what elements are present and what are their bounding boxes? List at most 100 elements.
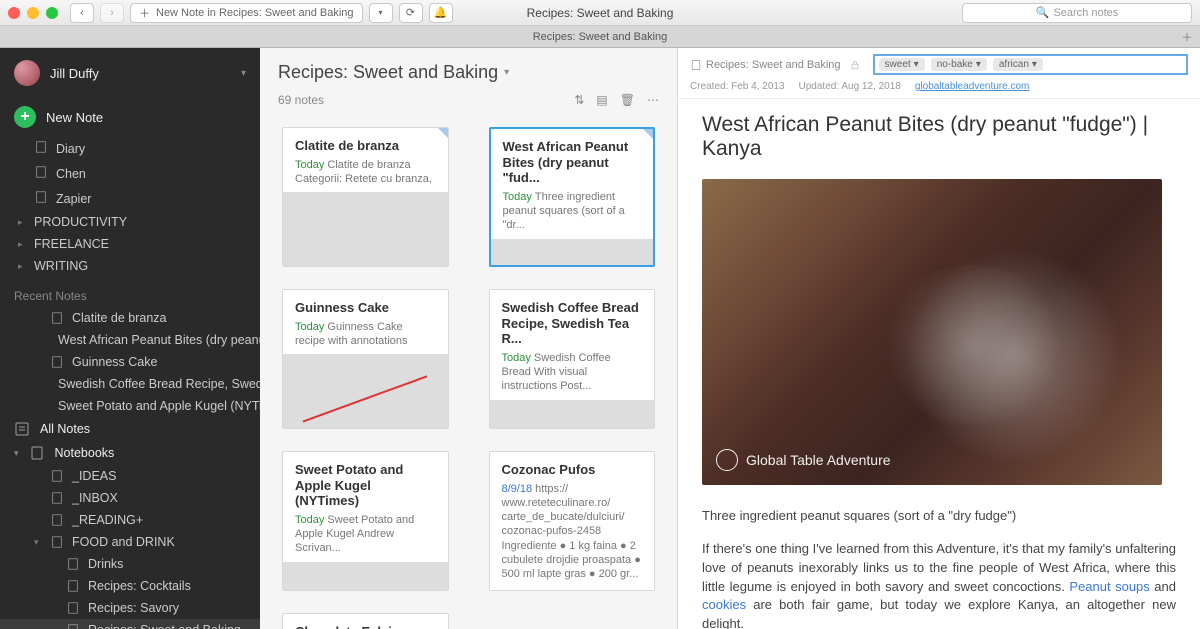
chevron-down-icon: ▾: [1032, 59, 1037, 70]
sidebar-item-label: _IDEAS: [72, 469, 116, 483]
note-card[interactable]: Swedish Coffee Bread Recipe, Swedish Tea…: [489, 289, 656, 429]
card-date: Today: [503, 191, 535, 203]
new-note-context-button[interactable]: ▾: [369, 3, 393, 23]
card-thumbnail: [491, 239, 654, 265]
trash-icon[interactable]: 🗑: [620, 93, 635, 107]
note-card[interactable]: Cozonac Pufos8/9/18 https:// www.retetec…: [489, 451, 656, 591]
card-date: Today: [502, 352, 534, 364]
sidebar-item-label: Chen: [56, 167, 86, 181]
tab-active[interactable]: Recipes: Sweet and Baking: [533, 31, 668, 43]
created-label: Created:: [690, 81, 728, 92]
minimize-window-icon[interactable]: [27, 7, 39, 19]
traffic-lights: [8, 7, 58, 19]
card-thumbnail: [283, 192, 448, 266]
note-card[interactable]: Chocolate Eclairs : Sweet Dreams : Food: [282, 613, 449, 629]
source-link[interactable]: globaltableadventure.com: [915, 81, 1030, 92]
reminder-corner-icon: [643, 129, 653, 139]
recent-note-item[interactable]: Sweet Potato and Apple Kugel (NYTimes): [0, 395, 260, 417]
tag-chip[interactable]: african ▾: [993, 58, 1043, 71]
search-placeholder: Search notes: [1053, 7, 1118, 19]
sidebar-shortcut-item[interactable]: ▸PRODUCTIVITY: [0, 211, 260, 233]
sidebar-item-label: Sweet Potato and Apple Kugel (NYTimes): [58, 399, 260, 413]
more-icon[interactable]: ⋯: [647, 93, 659, 107]
notebook-item[interactable]: _READING+: [0, 509, 260, 531]
zoom-window-icon[interactable]: [46, 7, 58, 19]
sidebar-item-label: West African Peanut Bites (dry peanut ".…: [58, 333, 260, 347]
notebook-item[interactable]: _IDEAS: [0, 465, 260, 487]
new-tab-button[interactable]: ＋: [1178, 29, 1196, 45]
view-icon[interactable]: ▤: [596, 93, 607, 107]
detail-notebook-row[interactable]: Recipes: Sweet and Baking: [690, 59, 841, 71]
notebook-icon: [690, 59, 702, 71]
card-preview: Today Clatite de branza Categorii: Retet…: [283, 158, 448, 193]
recent-note-item[interactable]: Swedish Coffee Bread Recipe, Swedish...: [0, 373, 260, 395]
note-paragraph: Three ingredient peanut squares (sort of…: [702, 507, 1176, 526]
tag-chip[interactable]: no-bake ▾: [931, 58, 987, 71]
plus-circle-icon: +: [14, 106, 36, 128]
new-note-label: New Note in Recipes: Sweet and Baking: [156, 7, 354, 19]
sidebar-shortcut-item[interactable]: ▸FREELANCE: [0, 233, 260, 255]
recent-note-item[interactable]: Guinness Cake: [0, 351, 260, 373]
sidebar-item-label: Recipes: Savory: [88, 601, 179, 615]
recent-note-item[interactable]: Clatite de branza: [0, 307, 260, 329]
note-card[interactable]: Sweet Potato and Apple Kugel (NYTimes)To…: [282, 451, 449, 591]
sidebar-item-label: Recipes: Sweet and Baking: [88, 623, 241, 629]
sidebar-shortcut-item[interactable]: Chen: [0, 161, 260, 186]
card-title: Clatite de branza: [283, 128, 448, 158]
window-toolbar: ‹ › ＋ New Note in Recipes: Sweet and Bak…: [0, 0, 1200, 26]
card-date: 8/9/18: [502, 483, 536, 495]
note-title[interactable]: West African Peanut Bites (dry peanut "f…: [678, 99, 1200, 169]
sidebar-shortcut-item[interactable]: Diary: [0, 136, 260, 161]
avatar: [14, 60, 40, 86]
sidebar-item-label: FOOD and DRINK: [72, 535, 175, 549]
sidebar: Jill Duffy ▾ + New Note Diary Chen Zapier ▸…: [0, 48, 260, 629]
all-notes-row[interactable]: All Notes: [0, 417, 260, 441]
tag-input[interactable]: sweet ▾ no-bake ▾ african ▾: [873, 54, 1188, 75]
notebook-item[interactable]: _INBOX: [0, 487, 260, 509]
reminder-corner-icon: [438, 128, 448, 138]
inline-link[interactable]: cookies: [702, 597, 746, 612]
sidebar-shortcut-item[interactable]: Zapier: [0, 186, 260, 211]
account-row[interactable]: Jill Duffy ▾: [0, 48, 260, 98]
notebook-item[interactable]: Recipes: Cocktails: [0, 575, 260, 597]
notebook-item[interactable]: Recipes: Savory: [0, 597, 260, 619]
sidebar-item-label: Zapier: [56, 192, 91, 206]
notebook-item[interactable]: Drinks: [0, 553, 260, 575]
search-input[interactable]: 🔍 Search notes: [962, 3, 1192, 23]
notebook-item[interactable]: ▾ FOOD and DRINK: [0, 531, 260, 553]
notebooks-row[interactable]: ▾ Notebooks: [0, 441, 260, 465]
card-thumbnail: [490, 400, 655, 428]
notelist-title-row[interactable]: Recipes: Sweet and Baking ▾: [278, 62, 659, 83]
activity-button[interactable]: 🔔: [429, 3, 453, 23]
lock-icon[interactable]: [849, 59, 861, 71]
tag-chip[interactable]: sweet ▾: [879, 58, 925, 71]
note-card[interactable]: West African Peanut Bites (dry peanut "f…: [489, 127, 656, 267]
nav-back-button[interactable]: ‹: [70, 3, 94, 23]
notebook-item[interactable]: Recipes: Sweet and Baking: [0, 619, 260, 629]
notebook-icon: [50, 469, 64, 483]
nav-forward-button[interactable]: ›: [100, 3, 124, 23]
notebook-icon: [66, 557, 80, 571]
note-card[interactable]: Guinness CakeToday Guinness Cake recipe …: [282, 289, 449, 429]
note-card[interactable]: Clatite de branzaToday Clatite de branza…: [282, 127, 449, 267]
sidebar-item-label: Guinness Cake: [72, 355, 157, 369]
inline-link[interactable]: Peanut soups: [1069, 579, 1149, 594]
note-body[interactable]: Global Table Adventure Three ingredient …: [678, 169, 1200, 629]
sidebar-new-note-button[interactable]: + New Note: [0, 98, 260, 136]
close-window-icon[interactable]: [8, 7, 20, 19]
tab-bar: Recipes: Sweet and Baking ＋: [0, 26, 1200, 48]
notebook-icon: [50, 513, 64, 527]
card-preview: Today Sweet Potato and Apple Kugel Andre…: [283, 513, 448, 562]
sidebar-shortcut-item[interactable]: ▸WRITING: [0, 255, 260, 277]
notelist-tools: ⇅ ▤ 🗑 ⋯: [574, 93, 659, 107]
card-title: West African Peanut Bites (dry peanut "f…: [491, 129, 654, 190]
chevron-down-icon: ▾: [34, 537, 39, 548]
sync-button[interactable]: ⟳: [399, 3, 423, 23]
new-note-button[interactable]: ＋ New Note in Recipes: Sweet and Baking: [130, 3, 363, 23]
recent-note-item[interactable]: West African Peanut Bites (dry peanut ".…: [0, 329, 260, 351]
recent-notes-header: Recent Notes: [0, 285, 260, 307]
sort-icon[interactable]: ⇅: [574, 93, 584, 107]
plus-icon: ＋: [139, 5, 150, 21]
note-icon: [34, 190, 48, 207]
notebooks-label: Notebooks: [55, 446, 115, 460]
